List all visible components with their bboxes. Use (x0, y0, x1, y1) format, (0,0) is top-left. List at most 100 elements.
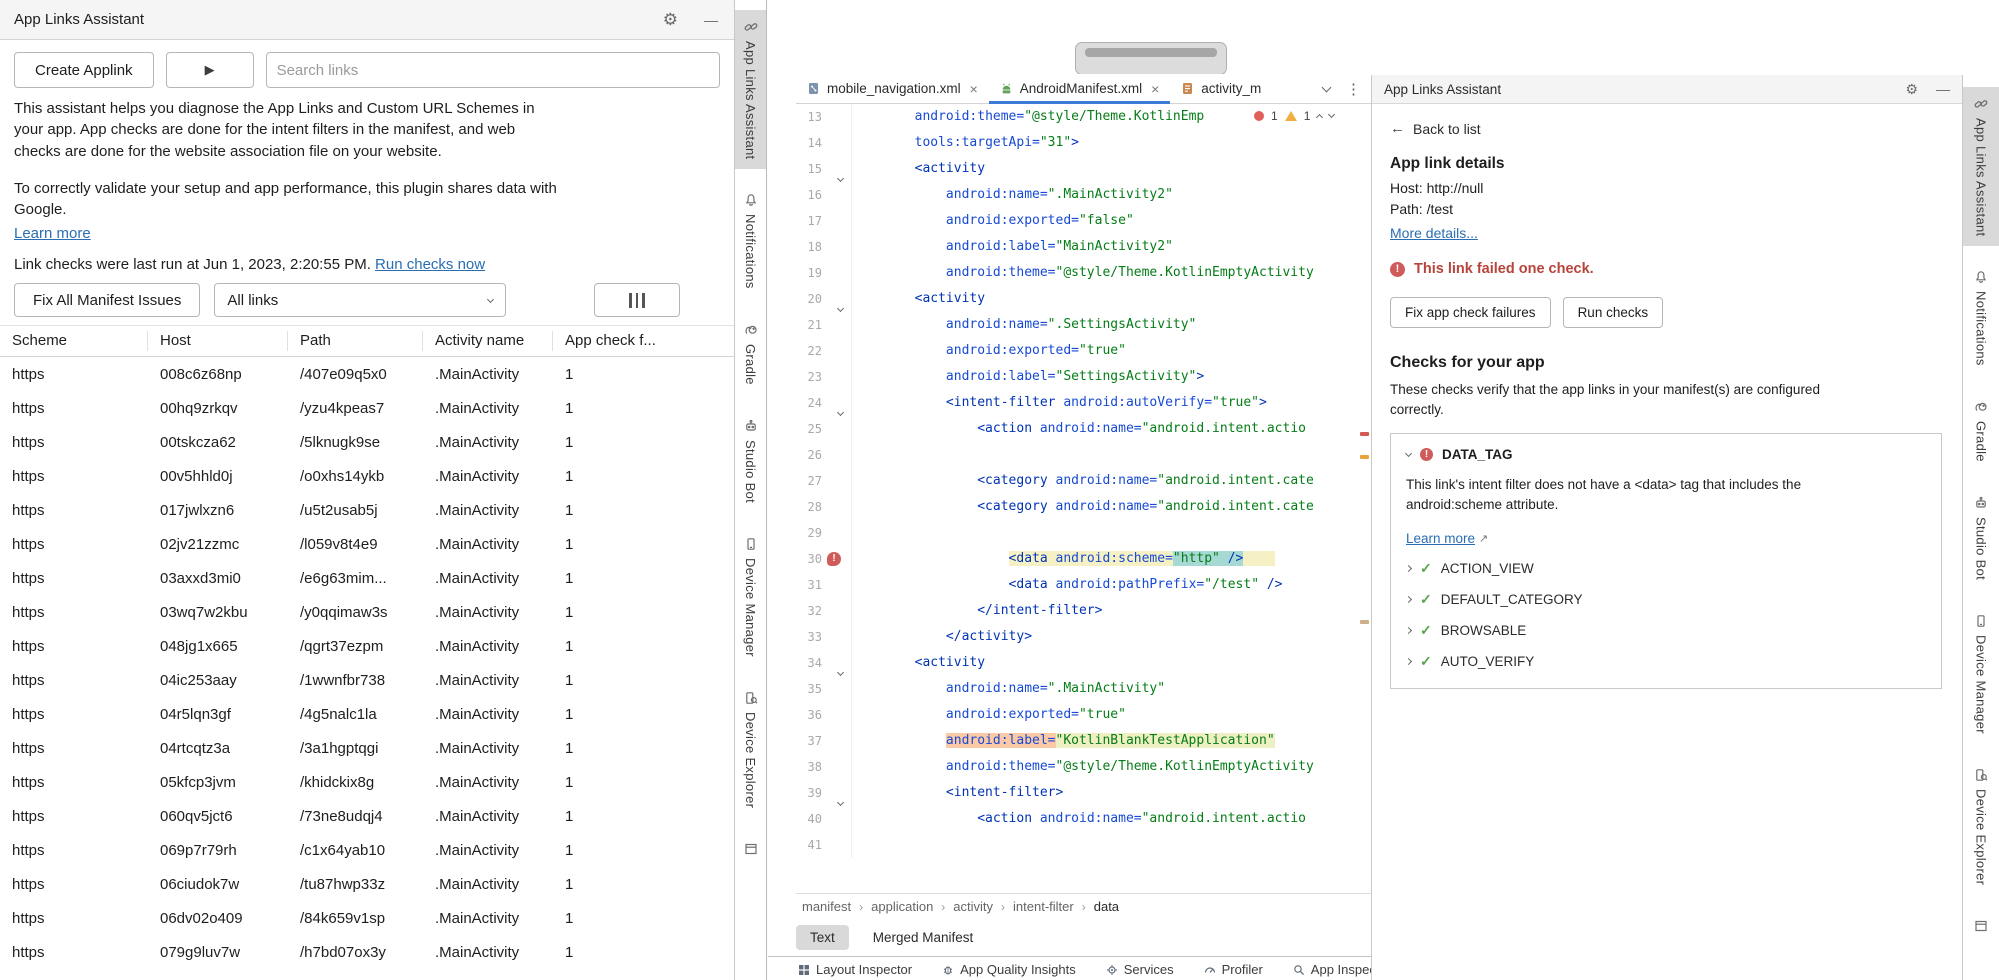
error-stripe-mark[interactable] (1360, 432, 1369, 436)
column-header-path[interactable]: Path (288, 331, 423, 351)
chevron-right-icon[interactable] (1405, 596, 1412, 603)
tool-strip-item-panel[interactable] (735, 832, 766, 873)
inspections-widget[interactable]: 1 1 (1248, 105, 1340, 126)
check-row-default-category[interactable]: ✓DEFAULT_CATEGORY (1406, 591, 1926, 608)
fix-all-manifest-issues-button[interactable]: Fix All Manifest Issues (14, 283, 200, 317)
links-filter-dropdown[interactable]: All links (214, 283, 506, 317)
table-row[interactable]: https06dv02o409/84k659v1sp.MainActivity1 (0, 901, 734, 935)
table-row[interactable]: https079g9luv7w/h7bd07ox3y.MainActivity1 (0, 935, 734, 969)
code-line-18: 18 android:label="MainActivity2" (796, 234, 1371, 260)
chevron-right-icon[interactable] (1405, 565, 1412, 572)
breadcrumb-item-data[interactable]: data (1094, 899, 1119, 914)
tool-strip-item-bot[interactable]: Studio Bot (735, 409, 766, 513)
table-row[interactable]: https060qv5jct6/73ne8udqj4.MainActivity1 (0, 799, 734, 833)
tool-strip-item-gradle[interactable]: Gradle (1963, 390, 1999, 472)
editor-tab-androidmanifest-xml[interactable]: AndroidManifest.xml× (989, 74, 1171, 103)
tool-strip-item-device-explorer[interactable]: Device Explorer (735, 681, 766, 818)
tool-strip-item-device-manager[interactable]: Device Manager (735, 527, 766, 667)
run-checks-now-link[interactable]: Run checks now (375, 256, 485, 273)
editor-options-icon[interactable]: ⋮ (1346, 80, 1361, 98)
check-row-auto-verify[interactable]: ✓AUTO_VERIFY (1406, 653, 1926, 670)
chevron-right-icon[interactable] (1405, 627, 1412, 634)
table-row[interactable]: https02jv21zzmc/l059v8t4e9.MainActivity1 (0, 527, 734, 561)
breadcrumb-item-intent-filter[interactable]: intent-filter (1013, 899, 1074, 914)
table-row[interactable]: https048jg1x665/qgrt37ezpm.MainActivity1 (0, 629, 734, 663)
editor-tab-mobile-navigation-xml[interactable]: mobile_navigation.xml× (796, 74, 989, 103)
column-header-scheme[interactable]: Scheme (0, 331, 148, 351)
check-row-data-tag[interactable]: ! DATA_TAG (1406, 447, 1926, 462)
table-row[interactable]: https008c6z68np/407e09q5x0.MainActivity1 (0, 357, 734, 391)
tool-window-button-app-quality-insights[interactable]: App Quality Insights (942, 962, 1076, 977)
tool-window-button-services[interactable]: Services (1106, 962, 1174, 977)
table-row[interactable]: https04r5lqn3gf/4g5nalc1la.MainActivity1 (0, 697, 734, 731)
settings-gear-icon[interactable]: ⚙ (663, 10, 678, 30)
link-failed-message: ! This link failed one check. (1390, 261, 1944, 277)
tool-strip-item-bell[interactable]: Notifications (735, 183, 766, 299)
table-row[interactable]: https03wq7w2kbu/y0qqimaw3s.MainActivity1 (0, 595, 734, 629)
minimize-icon[interactable]: — (1936, 81, 1950, 97)
breadcrumb-item-manifest[interactable]: manifest (802, 899, 851, 914)
line-number: 33 (796, 624, 822, 650)
highlight-stripe-mark[interactable] (1360, 620, 1369, 624)
table-row[interactable]: https00tskcza62/5lknugk9se.MainActivity1 (0, 425, 734, 459)
tool-strip-item-app-links[interactable]: App Links Assistant (735, 10, 766, 169)
tool-strip-label: Device Manager (1974, 635, 1989, 734)
chevron-right-icon[interactable] (1405, 658, 1412, 665)
tool-strip-item-bell[interactable]: Notifications (1963, 260, 1999, 376)
chevron-down-icon[interactable] (1405, 450, 1412, 457)
column-header-host[interactable]: Host (148, 331, 288, 351)
bottom-tab-text[interactable]: Text (796, 925, 849, 950)
tool-window-button-profiler[interactable]: Profiler (1204, 962, 1263, 977)
breadcrumb-item-activity[interactable]: activity (953, 899, 993, 914)
table-row[interactable]: https03axxd3mi0/e6g63mim....MainActivity… (0, 561, 734, 595)
next-issue-icon[interactable] (1328, 111, 1335, 118)
tool-strip-item-panel[interactable] (1963, 909, 1999, 950)
tab-close-icon[interactable]: × (970, 81, 978, 97)
tool-strip-item-gradle[interactable]: Gradle (735, 313, 766, 395)
tool-window-button-layout-inspector[interactable]: Layout Inspector (798, 962, 912, 977)
table-row[interactable]: https069p7r79rh/c1x64yab10.MainActivity1 (0, 833, 734, 867)
tab-close-icon[interactable]: × (1151, 81, 1159, 97)
tool-window-button-app-inspection[interactable]: App Inspection (1293, 962, 1371, 977)
run-checks-button[interactable]: Run checks (1563, 297, 1664, 328)
run-link-checks-button[interactable]: ▶ (166, 52, 254, 88)
column-header-app-check-f[interactable]: App check f... (553, 331, 734, 351)
more-details-link[interactable]: More details... (1390, 225, 1478, 241)
check-row-browsable[interactable]: ✓BROWSABLE (1406, 622, 1926, 639)
code-line-36: 36 android:exported="true" (796, 702, 1371, 728)
table-row[interactable]: https05kfcp3jvm/khidckix8g.MainActivity1 (0, 765, 734, 799)
table-row[interactable]: https017jwlxzn6/u5t2usab5j.MainActivity1 (0, 493, 734, 527)
previous-issue-icon[interactable] (1316, 113, 1323, 120)
tool-strip-item-app-links[interactable]: App Links Assistant (1963, 87, 1999, 246)
tool-strip-label: Device Manager (743, 558, 758, 657)
learn-more-link[interactable]: Learn more (1406, 531, 1475, 546)
code-editor[interactable]: 13 android:theme="@style/Theme.KotlinEmp… (796, 104, 1371, 893)
tool-strip-item-bot[interactable]: Studio Bot (1963, 486, 1999, 590)
create-applink-button[interactable]: Create Applink (14, 52, 154, 88)
breadcrumb-item-application[interactable]: application (871, 899, 933, 914)
check-actions: Fix app check failures Run checks (1390, 297, 1944, 328)
learn-more-link[interactable]: Learn more (14, 225, 91, 242)
check-row-action-view[interactable]: ✓ACTION_VIEW (1406, 560, 1926, 577)
back-to-list-link[interactable]: ← Back to list (1390, 120, 1944, 137)
table-row[interactable]: https00hq9zrkqv/yzu4kpeas7.MainActivity1 (0, 391, 734, 425)
table-row[interactable]: https00v5hhld0j/o0xhs14ykb.MainActivity1 (0, 459, 734, 493)
table-row[interactable]: https04ic253aay/1wwnfbr738.MainActivity1 (0, 663, 734, 697)
tool-strip-item-device-explorer[interactable]: Device Explorer (1963, 758, 1999, 895)
warning-stripe-mark[interactable] (1360, 455, 1369, 459)
bottom-tab-merged-manifest[interactable]: Merged Manifest (859, 925, 988, 950)
editor-tab-activity-m[interactable]: activity_m (1170, 74, 1272, 103)
window-titlebar[interactable]: App Links Assistant ⚙ — (0, 0, 734, 40)
table-row[interactable]: https04rtcqtz3a/3a1hgptqgi.MainActivity1 (0, 731, 734, 765)
column-settings-button[interactable] (594, 283, 680, 317)
column-header-activity-name[interactable]: Activity name (423, 331, 553, 351)
tool-strip-item-device-manager[interactable]: Device Manager (1963, 604, 1999, 744)
bot-icon (1974, 496, 1988, 510)
hidden-tabs-icon[interactable] (1322, 83, 1332, 93)
settings-gear-icon[interactable]: ⚙ (1905, 81, 1918, 98)
fix-app-check-failures-button[interactable]: Fix app check failures (1390, 297, 1551, 328)
minimize-icon[interactable]: — (704, 12, 718, 28)
panel-header[interactable]: App Links Assistant ⚙ — (1372, 75, 1962, 104)
search-input[interactable] (266, 52, 720, 88)
table-row[interactable]: https06ciudok7w/tu87hwp33z.MainActivity1 (0, 867, 734, 901)
